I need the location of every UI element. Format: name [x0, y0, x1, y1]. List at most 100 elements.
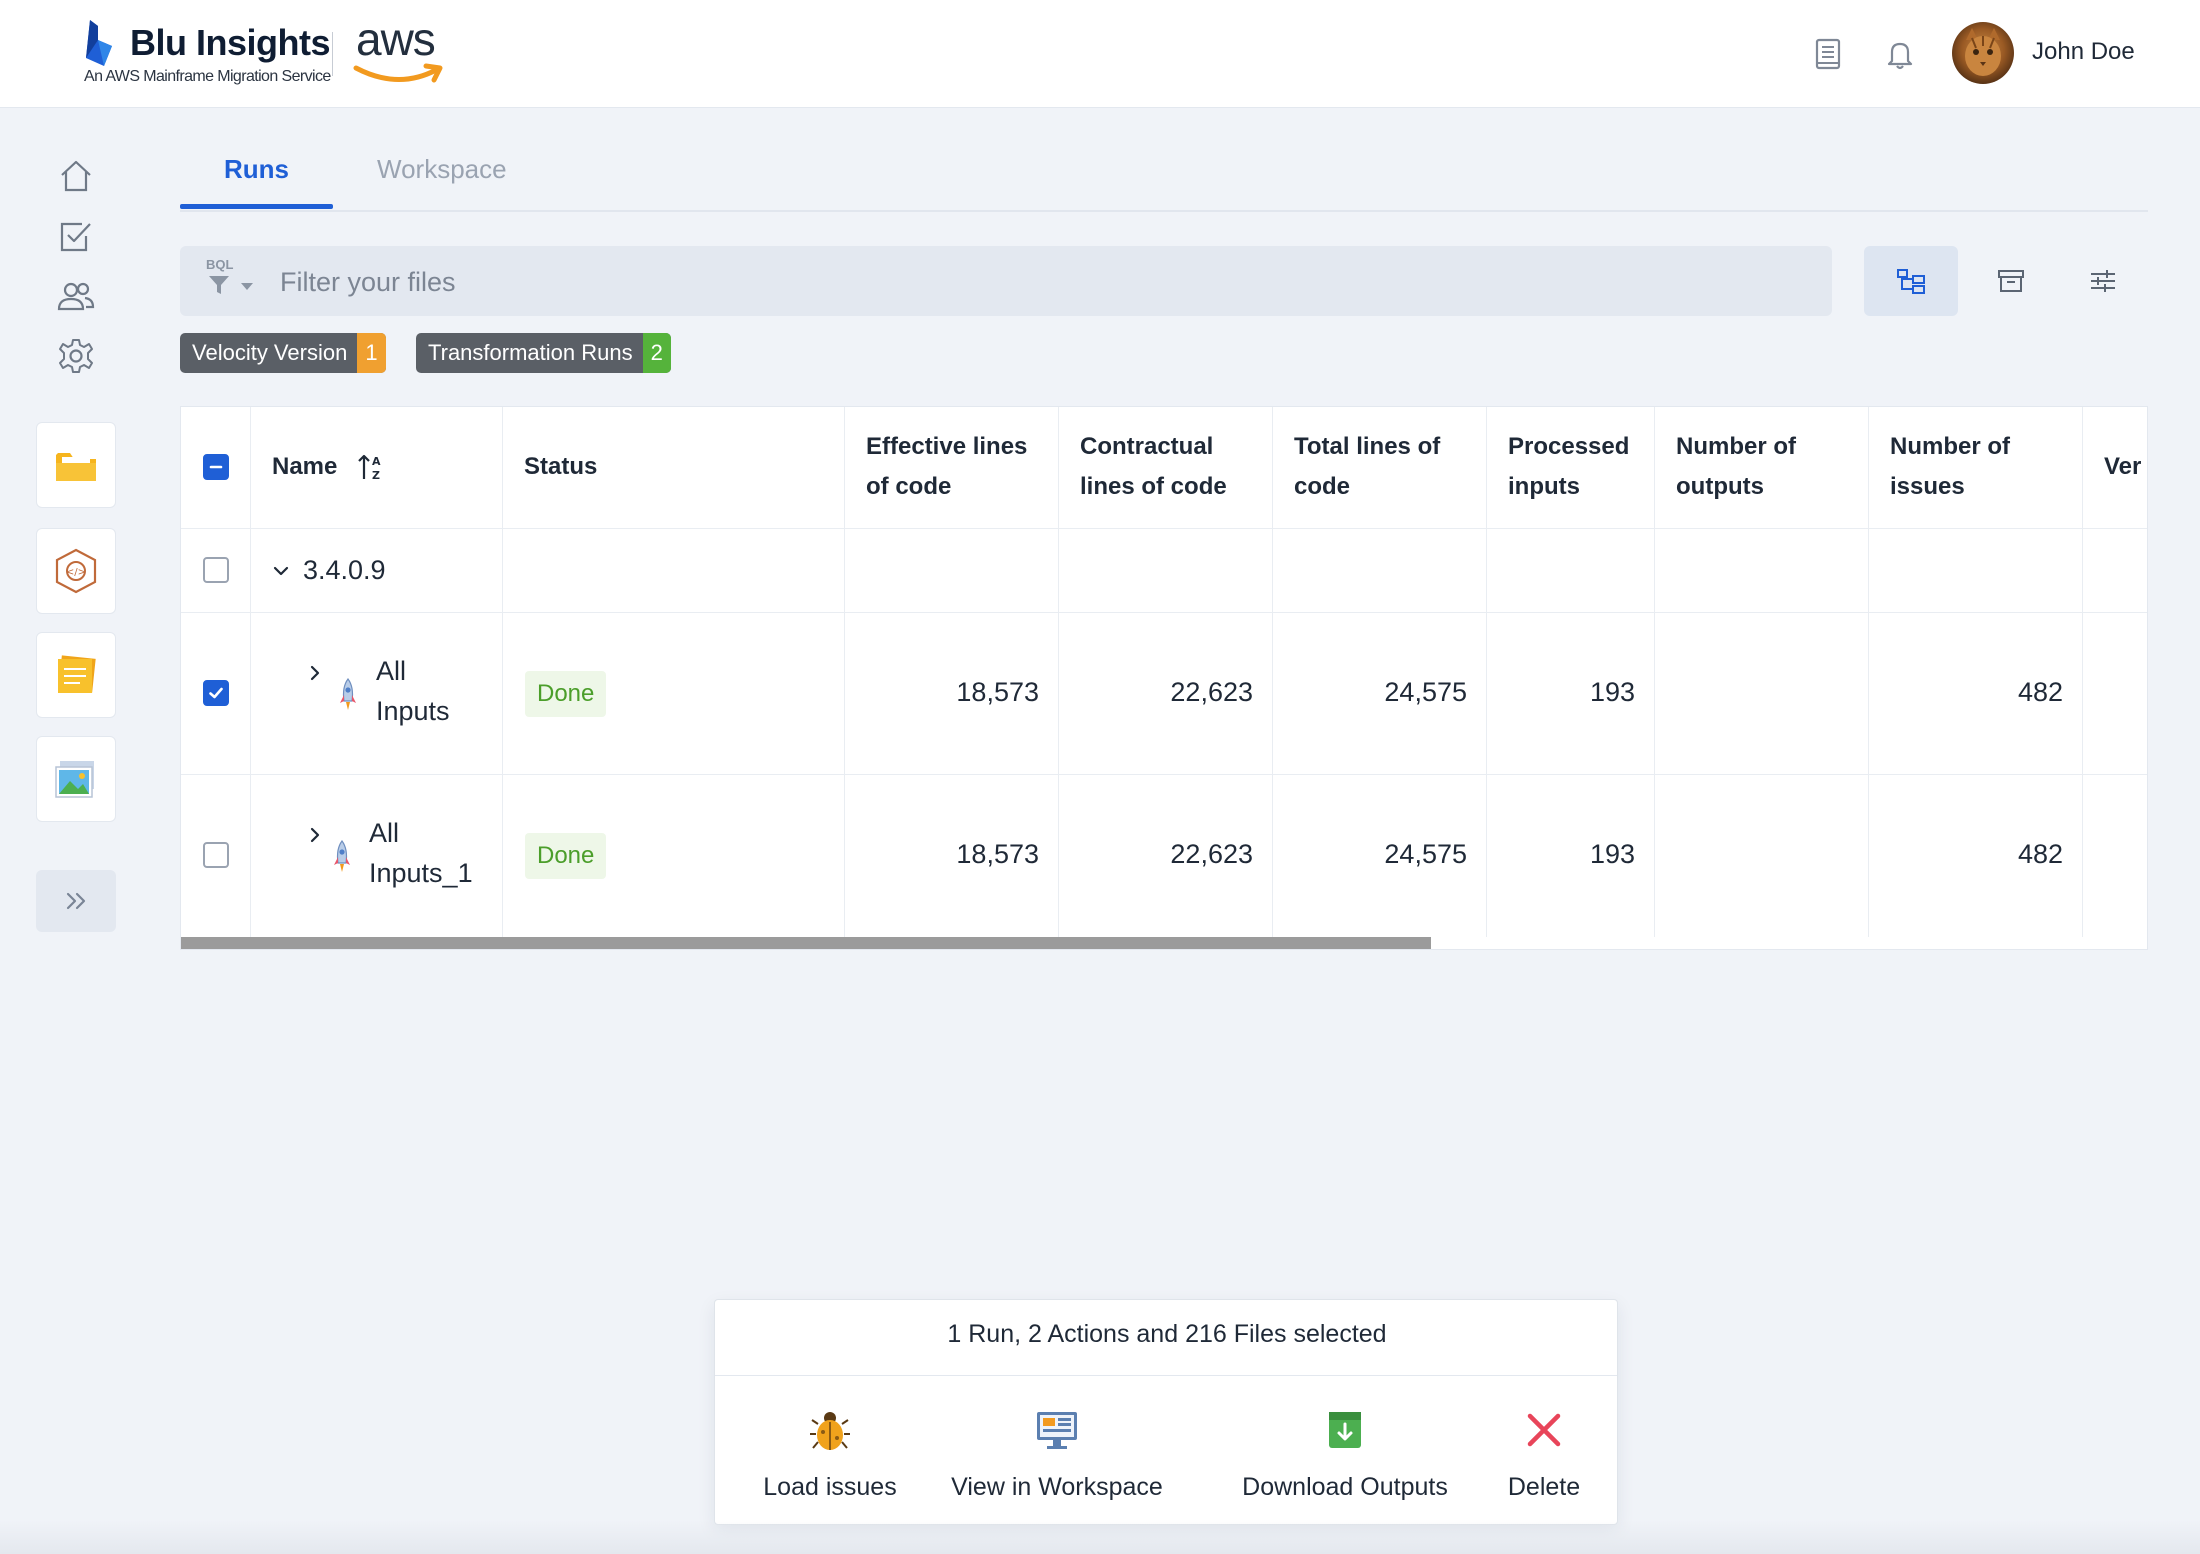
bql-filter-toggle[interactable]: BQL — [204, 257, 264, 300]
archive-box-icon — [1998, 270, 2024, 292]
select-all-checkbox[interactable] — [203, 454, 229, 480]
chevron-right-icon[interactable] — [305, 663, 325, 683]
header-number-of-outputs[interactable]: Number of outputs — [1676, 427, 1826, 507]
chip-label: Transformation Runs — [428, 340, 633, 365]
tab-workspace[interactable]: Workspace — [377, 154, 507, 185]
filter-files-input[interactable] — [278, 258, 1782, 306]
horizontal-scrollbar[interactable] — [181, 937, 1431, 949]
selection-summary: 1 Run, 2 Actions and 216 Files selected — [947, 1320, 1387, 1348]
row-checkbox[interactable] — [203, 680, 229, 706]
nav-gallery-module[interactable] — [36, 736, 116, 822]
sort-ascending-az-icon[interactable]: A Z — [357, 453, 387, 481]
cat-avatar-image — [1965, 28, 2001, 76]
header-version[interactable]: Ver — [2104, 447, 2141, 487]
total-loc-value: 24,575 — [1384, 677, 1467, 707]
image-gallery-icon — [55, 761, 94, 798]
total-loc-value: 24,575 — [1384, 839, 1467, 869]
header-contractual-loc[interactable]: Contractual lines of code — [1080, 427, 1270, 507]
header-total-loc[interactable]: Total lines of code — [1294, 427, 1474, 507]
tab-runs[interactable]: Runs — [224, 154, 289, 185]
nav-notes-module[interactable] — [36, 632, 116, 718]
runs-table: Name A Z Status Effective lines of code … — [180, 406, 2148, 950]
user-name[interactable]: John Doe — [2032, 38, 2135, 66]
svg-text:</>: </> — [66, 567, 86, 578]
users-icon[interactable] — [56, 276, 96, 316]
bql-prefix-label: BQL — [206, 257, 234, 272]
run-name-line1[interactable]: All — [369, 813, 399, 853]
rocket-icon — [334, 839, 350, 872]
issues-value: 482 — [2017, 677, 2063, 707]
download-box-icon — [1329, 1412, 1361, 1448]
contractual-loc-value: 22,623 — [1170, 677, 1253, 707]
blu-insights-logo[interactable]: Blu Insights An AWS Mainframe Migration … — [84, 13, 464, 88]
processed-inputs-value: 193 — [1589, 677, 1635, 707]
blu-insights-logo-mark — [86, 20, 112, 66]
svg-text:Z: Z — [372, 469, 380, 481]
header-name[interactable]: Name — [272, 447, 337, 487]
chip-count-badge: 2 — [642, 333, 671, 373]
adjust-columns-button[interactable] — [2056, 246, 2150, 316]
tasks-checkbox-icon[interactable] — [56, 216, 96, 256]
action-label: View in Workspace — [951, 1473, 1163, 1501]
expand-sidebar-button[interactable] — [36, 870, 116, 932]
rocket-icon — [340, 677, 356, 710]
notifications-bell-icon[interactable] — [1880, 34, 1920, 74]
header-effective-loc[interactable]: Effective lines of code — [866, 427, 1056, 507]
sliders-icon — [2091, 270, 2115, 292]
svg-text:A: A — [372, 455, 381, 468]
archive-button[interactable] — [1964, 246, 2058, 316]
processed-inputs-value: 193 — [1589, 839, 1635, 869]
action-label: Delete — [1507, 1473, 1581, 1501]
delete-button[interactable]: Delete — [1489, 1408, 1599, 1502]
funnel-icon — [209, 276, 229, 294]
velocity-version-chip[interactable]: Velocity Version 1 — [180, 333, 386, 373]
contractual-loc-value: 22,623 — [1170, 839, 1253, 869]
checkmark-icon — [209, 687, 223, 699]
download-outputs-button[interactable]: Download Outputs — [1225, 1408, 1465, 1502]
sticky-notes-icon — [58, 655, 96, 693]
row-divider — [181, 774, 2147, 775]
header-processed-inputs[interactable]: Processed inputs — [1508, 427, 1658, 507]
view-in-workspace-button[interactable]: View in Workspace — [937, 1408, 1177, 1502]
folder-icon — [56, 453, 96, 481]
header-number-of-issues[interactable]: Number of issues — [1890, 427, 2040, 507]
chevron-right-icon[interactable] — [305, 825, 325, 845]
chip-label: Velocity Version — [192, 340, 348, 365]
settings-gear-icon[interactable] — [56, 336, 96, 376]
issues-value: 482 — [2017, 839, 2063, 869]
bottom-shadow — [0, 1520, 2200, 1554]
user-avatar[interactable] — [1952, 22, 2014, 84]
active-tab-indicator — [180, 204, 333, 209]
home-icon[interactable] — [56, 156, 96, 196]
transformation-runs-chip[interactable]: Transformation Runs 2 — [416, 333, 671, 373]
tree-view-button[interactable] — [1864, 246, 1958, 316]
brand-subtitle: An AWS Mainframe Migration Service — [84, 68, 331, 85]
workspace-monitor-icon — [1037, 1412, 1077, 1449]
aws-logo-text: aws — [356, 13, 436, 65]
header-status[interactable]: Status — [524, 447, 597, 487]
run-name-line1[interactable]: All — [376, 651, 406, 691]
delete-x-icon — [1527, 1413, 1561, 1447]
group-label[interactable]: 3.4.0.9 — [303, 550, 386, 590]
run-name-line2[interactable]: Inputs_1 — [369, 853, 473, 893]
aws-logo: aws — [352, 13, 452, 88]
row-checkbox[interactable] — [203, 842, 229, 868]
effective-loc-value: 18,573 — [956, 839, 1039, 869]
tab-bar: Runs Workspace — [180, 140, 2148, 212]
status-badge: Done — [525, 671, 607, 717]
run-name-line2[interactable]: Inputs — [376, 691, 450, 731]
nav-files-module[interactable] — [36, 422, 116, 508]
row-divider — [181, 528, 2147, 529]
bug-icon — [810, 1412, 850, 1450]
panel-divider — [715, 1375, 1617, 1376]
documentation-icon[interactable] — [1808, 34, 1848, 74]
load-issues-button[interactable]: Load issues — [755, 1408, 905, 1502]
row-checkbox[interactable] — [203, 557, 229, 583]
nav-transformation-module[interactable]: </> — [36, 528, 116, 614]
chevron-down-icon[interactable] — [271, 561, 291, 581]
status-badge: Done — [525, 833, 607, 879]
top-header: Blu Insights An AWS Mainframe Migration … — [0, 0, 2200, 108]
aws-smile-icon — [353, 63, 443, 83]
action-label: Load issues — [763, 1473, 897, 1501]
brand-title: Blu Insights — [130, 22, 331, 63]
